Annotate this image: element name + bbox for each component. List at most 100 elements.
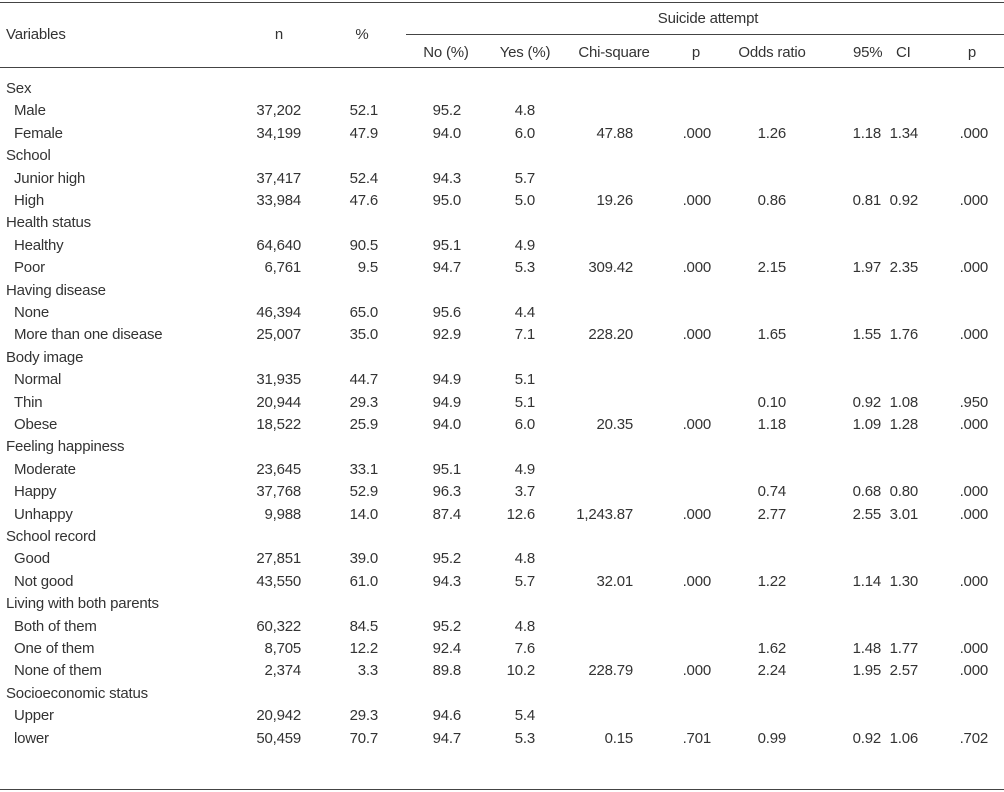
cell-yes: 7.6 (514, 640, 535, 657)
cell-yes: 6.0 (514, 124, 535, 142)
cell-n: 64,640 (256, 236, 301, 254)
header-yes: Yes (%) (499, 44, 551, 61)
cell-yes: 4.8 (514, 617, 535, 635)
cell-odds-ratio: 1.65 (757, 326, 787, 344)
header-bottom-rule (0, 67, 1004, 68)
cell-no: 94.0 (432, 124, 462, 142)
cell-no: 95.2 (432, 550, 462, 568)
cell-p2: .000 (959, 483, 989, 501)
cell-p2: .000 (959, 416, 989, 433)
cell-no: 95.1 (432, 236, 462, 254)
group-label: School record (6, 528, 96, 545)
cell-percent: 29.3 (349, 393, 379, 411)
row-label: Normal (14, 371, 62, 389)
cell-ci-lower: 0.92 (852, 393, 882, 411)
cell-no: 95.6 (432, 304, 462, 321)
cell-ci-upper: 3.01 (889, 505, 919, 523)
cell-no: 94.9 (432, 371, 462, 389)
row-label: Poor (14, 259, 45, 277)
cell-odds-ratio: 1.26 (757, 124, 787, 142)
cell-odds-ratio: 1.22 (757, 572, 787, 590)
cell-odds-ratio: 0.99 (757, 729, 787, 747)
header-n: n (274, 26, 284, 43)
cell-odds-ratio: 0.74 (757, 483, 787, 501)
row-label: Both of them (14, 617, 97, 635)
cell-n: 31,935 (256, 371, 301, 389)
data-table: Variables n % Suicide attempt No (%) Yes… (0, 0, 1004, 792)
cell-percent: 52.1 (349, 102, 379, 120)
cell-n: 6,761 (264, 259, 301, 277)
cell-ci-lower: 1.18 (852, 124, 882, 142)
cell-ci-upper: 1.06 (889, 729, 919, 747)
cell-percent: 70.7 (349, 729, 379, 747)
cell-odds-ratio: 1.18 (757, 416, 787, 433)
cell-n: 37,768 (256, 483, 301, 501)
cell-percent: 14.0 (349, 505, 379, 523)
cell-yes: 5.1 (514, 371, 535, 389)
cell-chi-square: 47.88 (596, 124, 633, 142)
row-label: One of them (14, 640, 95, 657)
cell-p: .000 (682, 572, 712, 590)
cell-odds-ratio: 0.10 (757, 393, 787, 411)
row-label: Male (14, 102, 46, 120)
cell-odds-ratio: 0.86 (757, 192, 787, 209)
cell-yes: 4.9 (514, 236, 535, 254)
row-label: Not good (14, 572, 74, 590)
cell-no: 89.8 (432, 662, 462, 680)
cell-ci-lower: 1.97 (852, 259, 882, 277)
cell-percent: 47.6 (349, 192, 379, 209)
cell-yes: 4.8 (514, 102, 535, 120)
cell-ci-lower: 1.14 (852, 572, 882, 590)
cell-ci-upper: 1.30 (889, 572, 919, 590)
cell-chi-square: 20.35 (596, 416, 633, 433)
cell-ci-upper: 1.76 (889, 326, 919, 344)
cell-percent: 90.5 (349, 236, 379, 254)
cell-n: 37,417 (256, 169, 301, 187)
cell-p2: .000 (959, 505, 989, 523)
header-percent: % (355, 26, 369, 43)
cell-no: 95.1 (432, 460, 462, 478)
cell-p2: .000 (959, 124, 989, 142)
row-label: Female (14, 124, 63, 142)
cell-ci-upper: 0.80 (889, 483, 919, 501)
cell-p2: .000 (959, 572, 989, 590)
cell-ci-lower: 0.68 (852, 483, 882, 501)
cell-n: 9,988 (264, 505, 301, 523)
cell-ci-lower: 1.55 (852, 326, 882, 344)
cell-n: 60,322 (256, 617, 301, 635)
cell-no: 96.3 (432, 483, 462, 501)
row-label: High (14, 192, 45, 209)
header-variables: Variables (6, 26, 66, 43)
cell-n: 34,199 (256, 124, 301, 142)
cell-yes: 10.2 (506, 662, 536, 680)
cell-yes: 5.3 (514, 259, 535, 277)
cell-yes: 4.8 (514, 550, 535, 568)
cell-p2: .000 (959, 662, 989, 680)
header-mid-rule (406, 34, 1004, 35)
cell-p2: .000 (959, 326, 989, 344)
cell-p: .000 (682, 259, 712, 277)
cell-ci-lower: 1.09 (852, 416, 882, 433)
cell-ci-upper: 1.77 (889, 640, 919, 657)
cell-percent: 52.4 (349, 169, 379, 187)
cell-n: 18,522 (256, 416, 301, 433)
header-p2: p (967, 44, 977, 61)
row-label: Unhappy (14, 505, 73, 523)
header-odds-ratio: Odds ratio (738, 44, 806, 61)
cell-no: 94.9 (432, 393, 462, 411)
cell-percent: 12.2 (349, 640, 379, 657)
cell-percent: 33.1 (349, 460, 379, 478)
cell-n: 8,705 (264, 640, 301, 657)
cell-n: 20,944 (256, 393, 301, 411)
cell-no: 95.2 (432, 102, 462, 120)
cell-ci-upper: 0.92 (889, 192, 919, 209)
header-ci: CI (896, 44, 911, 61)
cell-no: 92.9 (432, 326, 462, 344)
cell-ci-upper: 1.28 (889, 416, 919, 433)
cell-odds-ratio: 2.77 (757, 505, 787, 523)
cell-ci-lower: 0.81 (852, 192, 882, 209)
cell-no: 94.7 (432, 729, 462, 747)
cell-n: 46,394 (256, 304, 301, 321)
cell-p: .000 (682, 326, 712, 344)
cell-yes: 5.7 (514, 572, 535, 590)
